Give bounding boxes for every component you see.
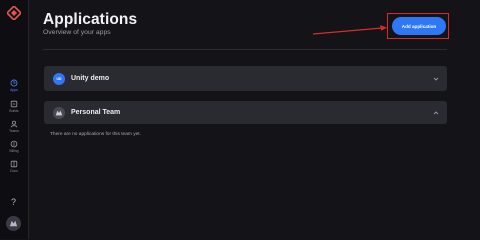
sidebar-item-billing[interactable]: Billing bbox=[0, 140, 28, 158]
avatar[interactable] bbox=[6, 216, 21, 231]
builds-icon bbox=[10, 100, 18, 108]
logo-icon[interactable] bbox=[7, 6, 21, 20]
sidebar-item-apps[interactable]: Apps bbox=[0, 79, 28, 97]
page-subtitle: Overview of your apps bbox=[43, 29, 111, 36]
sidebar-item-label: Apps bbox=[10, 88, 18, 92]
annotation-arrow bbox=[312, 25, 387, 35]
team-avatar bbox=[53, 106, 65, 119]
app-panel-unity-demo[interactable]: UD Unity demo bbox=[44, 66, 447, 91]
sidebar-item-builds[interactable]: Builds bbox=[0, 100, 28, 118]
team-panel-personal[interactable]: Personal Team bbox=[44, 101, 447, 124]
empty-state-message: There are no applications for this team … bbox=[50, 132, 141, 137]
user-avatar-icon bbox=[9, 220, 18, 227]
chevron-down-icon[interactable] bbox=[433, 76, 439, 82]
billing-icon bbox=[10, 140, 18, 148]
sidebar-item-teams[interactable]: Teams bbox=[0, 120, 28, 138]
docs-icon bbox=[10, 160, 18, 168]
sidebar-item-label: Builds bbox=[9, 109, 19, 113]
team-logo-icon bbox=[55, 110, 63, 115]
team-panel-header: Personal Team bbox=[53, 101, 120, 124]
app-panel-header: UD Unity demo bbox=[53, 66, 109, 91]
team-name: Personal Team bbox=[71, 109, 121, 116]
sidebar: Apps Builds Teams Billing Docs ? bbox=[0, 0, 29, 239]
app-name: Unity demo bbox=[71, 75, 110, 82]
sidebar-item-label: Docs bbox=[10, 169, 18, 173]
add-application-button[interactable]: Add application bbox=[392, 17, 446, 35]
app-badge: UD bbox=[53, 72, 65, 85]
chevron-up-icon[interactable] bbox=[433, 110, 439, 116]
teams-icon bbox=[10, 120, 18, 128]
apps-icon bbox=[10, 79, 18, 87]
help-button[interactable]: ? bbox=[8, 197, 19, 208]
sidebar-item-label: Billing bbox=[9, 149, 19, 153]
header-divider bbox=[43, 49, 447, 50]
sidebar-item-docs[interactable]: Docs bbox=[0, 160, 28, 178]
sidebar-item-label: Teams bbox=[9, 129, 19, 133]
page-title: Applications bbox=[43, 11, 138, 28]
